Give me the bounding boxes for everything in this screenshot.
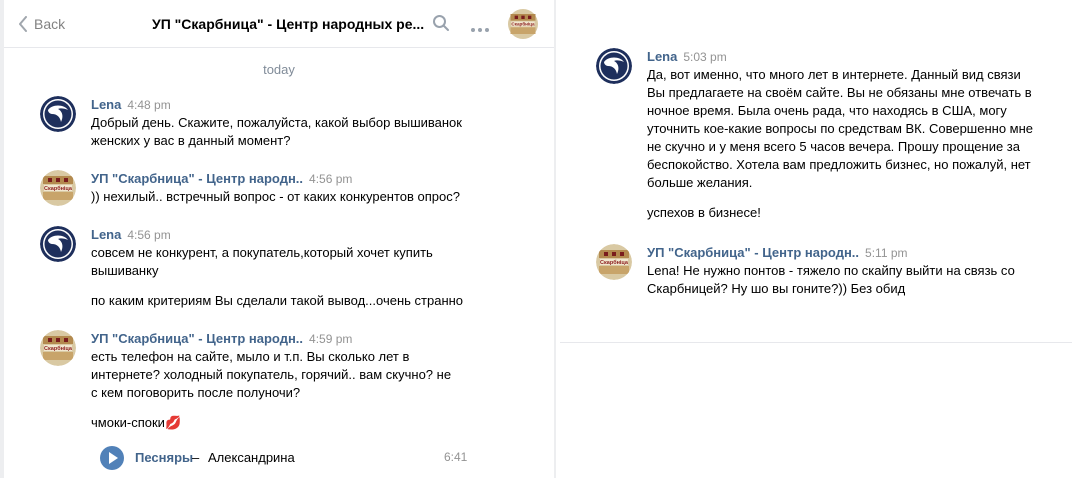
audio-separator: –: [192, 450, 200, 465]
message-paragraph: )) нехилый.. встречный вопрос - от каких…: [91, 189, 460, 204]
play-button[interactable]: [100, 446, 124, 470]
message-body: Lena 5:03 pm Да, вот именно, что много ле…: [647, 48, 1042, 222]
message-header: УП "Скарбница" - Центр народн.. 5:11 pm: [647, 244, 1042, 262]
message-text: Lena! Не нужно понтов - тяжело по скайпу…: [647, 262, 1042, 298]
back-button[interactable]: Back: [18, 12, 65, 36]
avatar[interactable]: [40, 226, 76, 262]
back-label: Back: [34, 16, 66, 32]
message-header: Lena 5:03 pm: [647, 48, 1042, 66]
chevron-left-icon: [19, 16, 27, 32]
author-name[interactable]: Lena: [91, 227, 121, 242]
message-paragraph: совсем не конкурент, а покупатель,которы…: [91, 245, 433, 278]
audio-artist[interactable]: Песняры: [135, 450, 193, 465]
message-body: УП "Скарбница" - Центр народн.. 4:56 pm )…: [91, 170, 491, 206]
divider: [560, 342, 1072, 343]
message-time[interactable]: 4:56 pm: [127, 228, 170, 242]
message-paragraph: успехов в бизнесе!: [647, 205, 761, 220]
message-paragraph: Добрый день. Скажите, пожалуйста, какой …: [91, 115, 462, 148]
avatar[interactable]: [40, 96, 76, 132]
chat-title[interactable]: УП "Скарбница" - Центр народных ре...: [152, 16, 424, 32]
avatar[interactable]: [40, 170, 76, 206]
message-time[interactable]: 5:03 pm: [683, 50, 726, 64]
author-name[interactable]: Lena: [647, 49, 677, 64]
message-paragraph: по каким критериям Вы сделали такой выво…: [91, 293, 464, 308]
audio-title[interactable]: Александрина: [208, 450, 295, 465]
avatar[interactable]: [596, 244, 632, 280]
chat-header: Back УП "Скарбница" - Центр народных ре.…: [4, 0, 554, 48]
message-time[interactable]: 4:56 pm: [309, 172, 352, 186]
message-header: Lena 4:48 pm: [91, 96, 491, 114]
message-paragraph: Lena! Не нужно понтов - тяжело по скайпу…: [647, 263, 1015, 296]
message-time[interactable]: 4:59 pm: [309, 332, 352, 346]
message-paragraph: Да, вот именно, что много лет в интернет…: [647, 67, 1034, 190]
message-text: )) нехилый.. встречный вопрос - от каких…: [91, 188, 491, 206]
message-body: УП "Скарбница" - Центр народн.. 4:59 pm е…: [91, 330, 491, 432]
chat-window: Back УП "Скарбница" - Центр народных ре.…: [4, 0, 554, 478]
message-body: Lena 4:48 pm Добрый день. Скажите, пожалу…: [91, 96, 491, 150]
chat-panel-right: Lena 5:03 pm Да, вот именно, что много ле…: [560, 0, 1072, 478]
audio-attachment: Песняры – Александрина 6:41: [100, 446, 470, 470]
more-options-icon[interactable]: [470, 21, 490, 36]
message-paragraph: есть телефон на сайте, мыло и т.п. Вы ск…: [91, 349, 452, 400]
message-header: Lena 4:56 pm: [91, 226, 491, 244]
message-text: есть телефон на сайте, мыло и т.п. Вы ск…: [91, 348, 461, 432]
message-text: Да, вот именно, что много лет в интернет…: [647, 66, 1042, 222]
message-time[interactable]: 4:48 pm: [127, 98, 170, 112]
message-paragraph: чмоки-споки💋: [91, 415, 182, 430]
message-body: УП "Скарбница" - Центр народн.. 5:11 pm L…: [647, 244, 1042, 298]
author-name[interactable]: Lena: [91, 97, 121, 112]
audio-duration: 6:41: [444, 450, 468, 464]
message-text: Добрый день. Скажите, пожалуйста, какой …: [91, 114, 491, 150]
author-name[interactable]: УП "Скарбница" - Центр народн..: [91, 171, 303, 186]
search-icon[interactable]: [432, 14, 450, 35]
chat-panel-left: Back УП "Скарбница" - Центр народных ре.…: [0, 0, 556, 478]
header-avatar[interactable]: [508, 9, 538, 42]
message-header: УП "Скарбница" - Центр народн.. 4:59 pm: [91, 330, 491, 348]
avatar[interactable]: [40, 330, 76, 366]
author-name[interactable]: УП "Скарбница" - Центр народн..: [647, 245, 859, 260]
message-body: Lena 4:56 pm совсем не конкурент, а покуп…: [91, 226, 491, 310]
author-name[interactable]: УП "Скарбница" - Центр народн..: [91, 331, 303, 346]
day-separator: today: [263, 62, 295, 77]
avatar[interactable]: [596, 48, 632, 84]
message-text: совсем не конкурент, а покупатель,которы…: [91, 244, 491, 310]
message-header: УП "Скарбница" - Центр народн.. 4:56 pm: [91, 170, 491, 188]
message-time[interactable]: 5:11 pm: [865, 246, 907, 260]
